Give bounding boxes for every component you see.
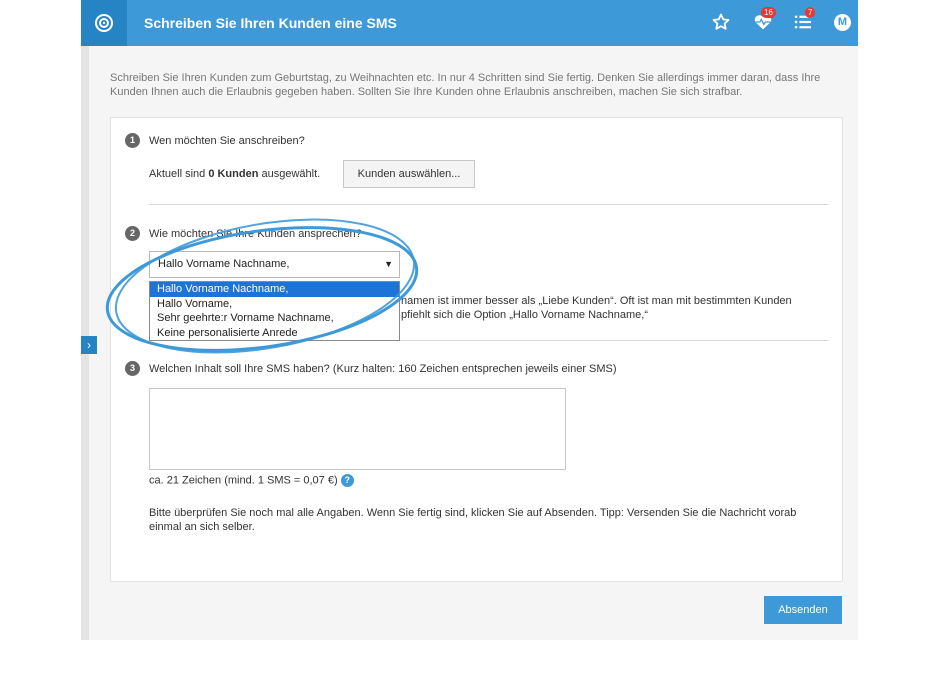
select-customers-button[interactable]: Kunden auswählen... — [343, 160, 475, 188]
salutation-dropdown-list: Hallo Vorname Nachname, Hallo Vorname, S… — [149, 281, 400, 341]
help-line-2: pfiehlt sich die Option „Hallo Vorname N… — [401, 309, 649, 321]
top-bar: Schreiben Sie Ihren Kunden eine SMS 16 7… — [81, 0, 858, 46]
chevron-down-icon: ▼ — [384, 259, 393, 269]
dropdown-option[interactable]: Sehr geehrte:r Vorname Nachname, — [150, 311, 399, 326]
step2-question: Wie möchten Sie Ihre Kunden ansprechen? — [149, 228, 362, 240]
page-title: Schreiben Sie Ihren Kunden eine SMS — [144, 15, 397, 31]
submit-button[interactable]: Absenden — [764, 596, 842, 624]
step-number-3: 3 — [125, 361, 140, 376]
chevron-right-icon: › — [87, 338, 91, 352]
help-icon[interactable]: ? — [340, 474, 354, 487]
favorites-button[interactable] — [712, 13, 730, 36]
star-icon — [712, 13, 730, 30]
message-textarea[interactable] — [149, 388, 566, 470]
customer-count: 0 Kunden — [208, 168, 259, 180]
character-counter: ca. 21 Zeichen (mind. 1 SMS = 0,07 €) ? — [149, 474, 354, 487]
target-icon — [95, 14, 113, 32]
help-line-1: namen ist immer besser als „Liebe Kunden… — [401, 295, 792, 307]
character-count-text: ca. 21 Zeichen (mind. 1 SMS = 0,07 €) — [149, 474, 338, 487]
divider — [149, 204, 829, 205]
logo-button[interactable] — [81, 0, 127, 46]
app-window: Schreiben Sie Ihren Kunden eine SMS 16 7… — [81, 0, 858, 640]
dropdown-option[interactable]: Hallo Vorname Nachname, — [150, 282, 399, 297]
tasks-badge: 7 — [805, 7, 816, 18]
status-suffix: ausgewählt. — [258, 168, 321, 180]
step-number-1: 1 — [125, 133, 140, 148]
activity-badge: 16 — [761, 7, 776, 18]
salutation-help-text: namen ist immer besser als „Liebe Kunden… — [401, 294, 831, 322]
salutation-selected-value: Hallo Vorname Nachname, — [158, 258, 290, 270]
avatar[interactable]: M — [834, 14, 851, 31]
sms-form-card: 1 Wen möchten Sie anschreiben? Aktuell s… — [110, 117, 843, 582]
step1-question: Wen möchten Sie anschreiben? — [149, 135, 305, 147]
customer-count-text: Aktuell sind 0 Kunden ausgewählt. — [149, 168, 320, 180]
intro-text: Schreiben Sie Ihren Kunden zum Geburtsta… — [110, 72, 821, 98]
dropdown-option[interactable]: Hallo Vorname, — [150, 297, 399, 312]
sidebar-toggle-button[interactable]: › — [81, 336, 97, 354]
dropdown-option[interactable]: Keine personalisierte Anrede — [150, 326, 399, 341]
status-prefix: Aktuell sind — [149, 168, 209, 180]
step3-question: Welchen Inhalt soll Ihre SMS haben? (Kur… — [149, 363, 617, 375]
final-instructions: Bitte überprüfen Sie noch mal alle Angab… — [149, 507, 797, 533]
salutation-select[interactable]: Hallo Vorname Nachname, ▼ — [149, 251, 400, 278]
step-number-2: 2 — [125, 226, 140, 241]
